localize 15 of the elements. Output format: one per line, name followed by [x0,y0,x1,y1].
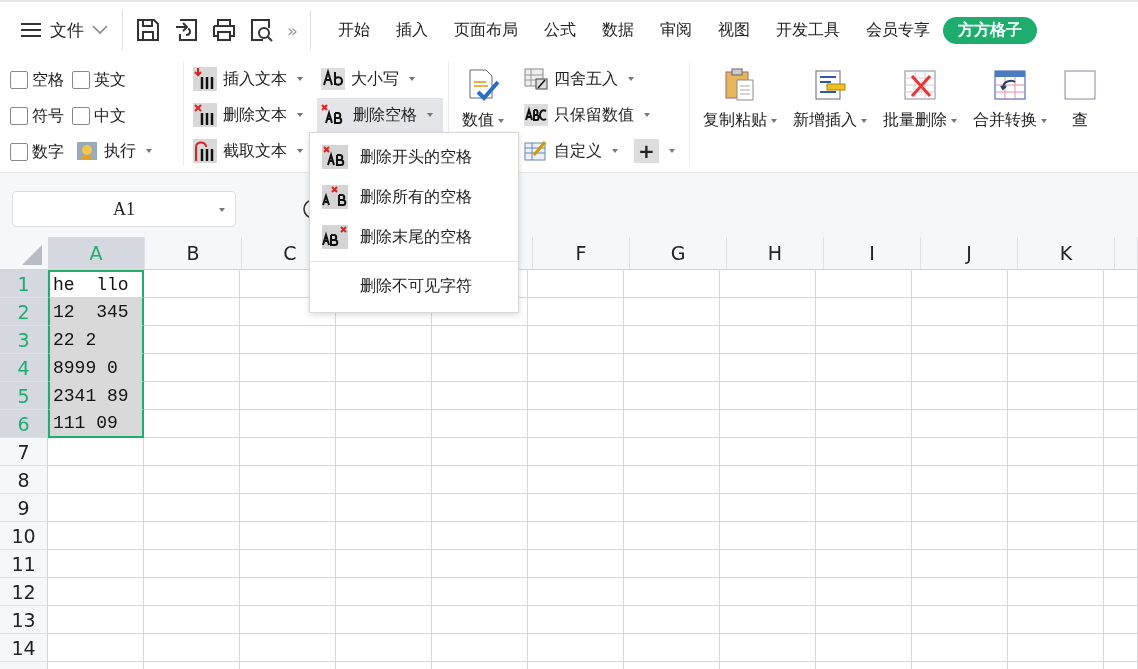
cell-value: he llo [53,274,129,295]
cell-value: 111 09 [53,413,118,433]
checkbox-label: 符号 [32,105,64,127]
menu-item-label: 删除所有的空格 [360,186,472,208]
checkbox-label: 中文 [94,105,126,127]
checkbox-label: 空格 [32,69,64,91]
cell-value: 22 2 [53,329,97,350]
checkbox-label: 英文 [94,69,126,91]
cell-value: 2341 89 [53,385,129,406]
menu-item-label: 删除开头的空格 [360,146,472,168]
cell-value: 8999 0 [53,357,118,378]
menu-item-label: 删除末尾的空格 [360,226,472,248]
checkbox-label: 数字 [32,141,64,163]
cell-value: 12 345 [53,301,129,322]
menu-item-label: 删除不可见字符 [360,275,472,297]
